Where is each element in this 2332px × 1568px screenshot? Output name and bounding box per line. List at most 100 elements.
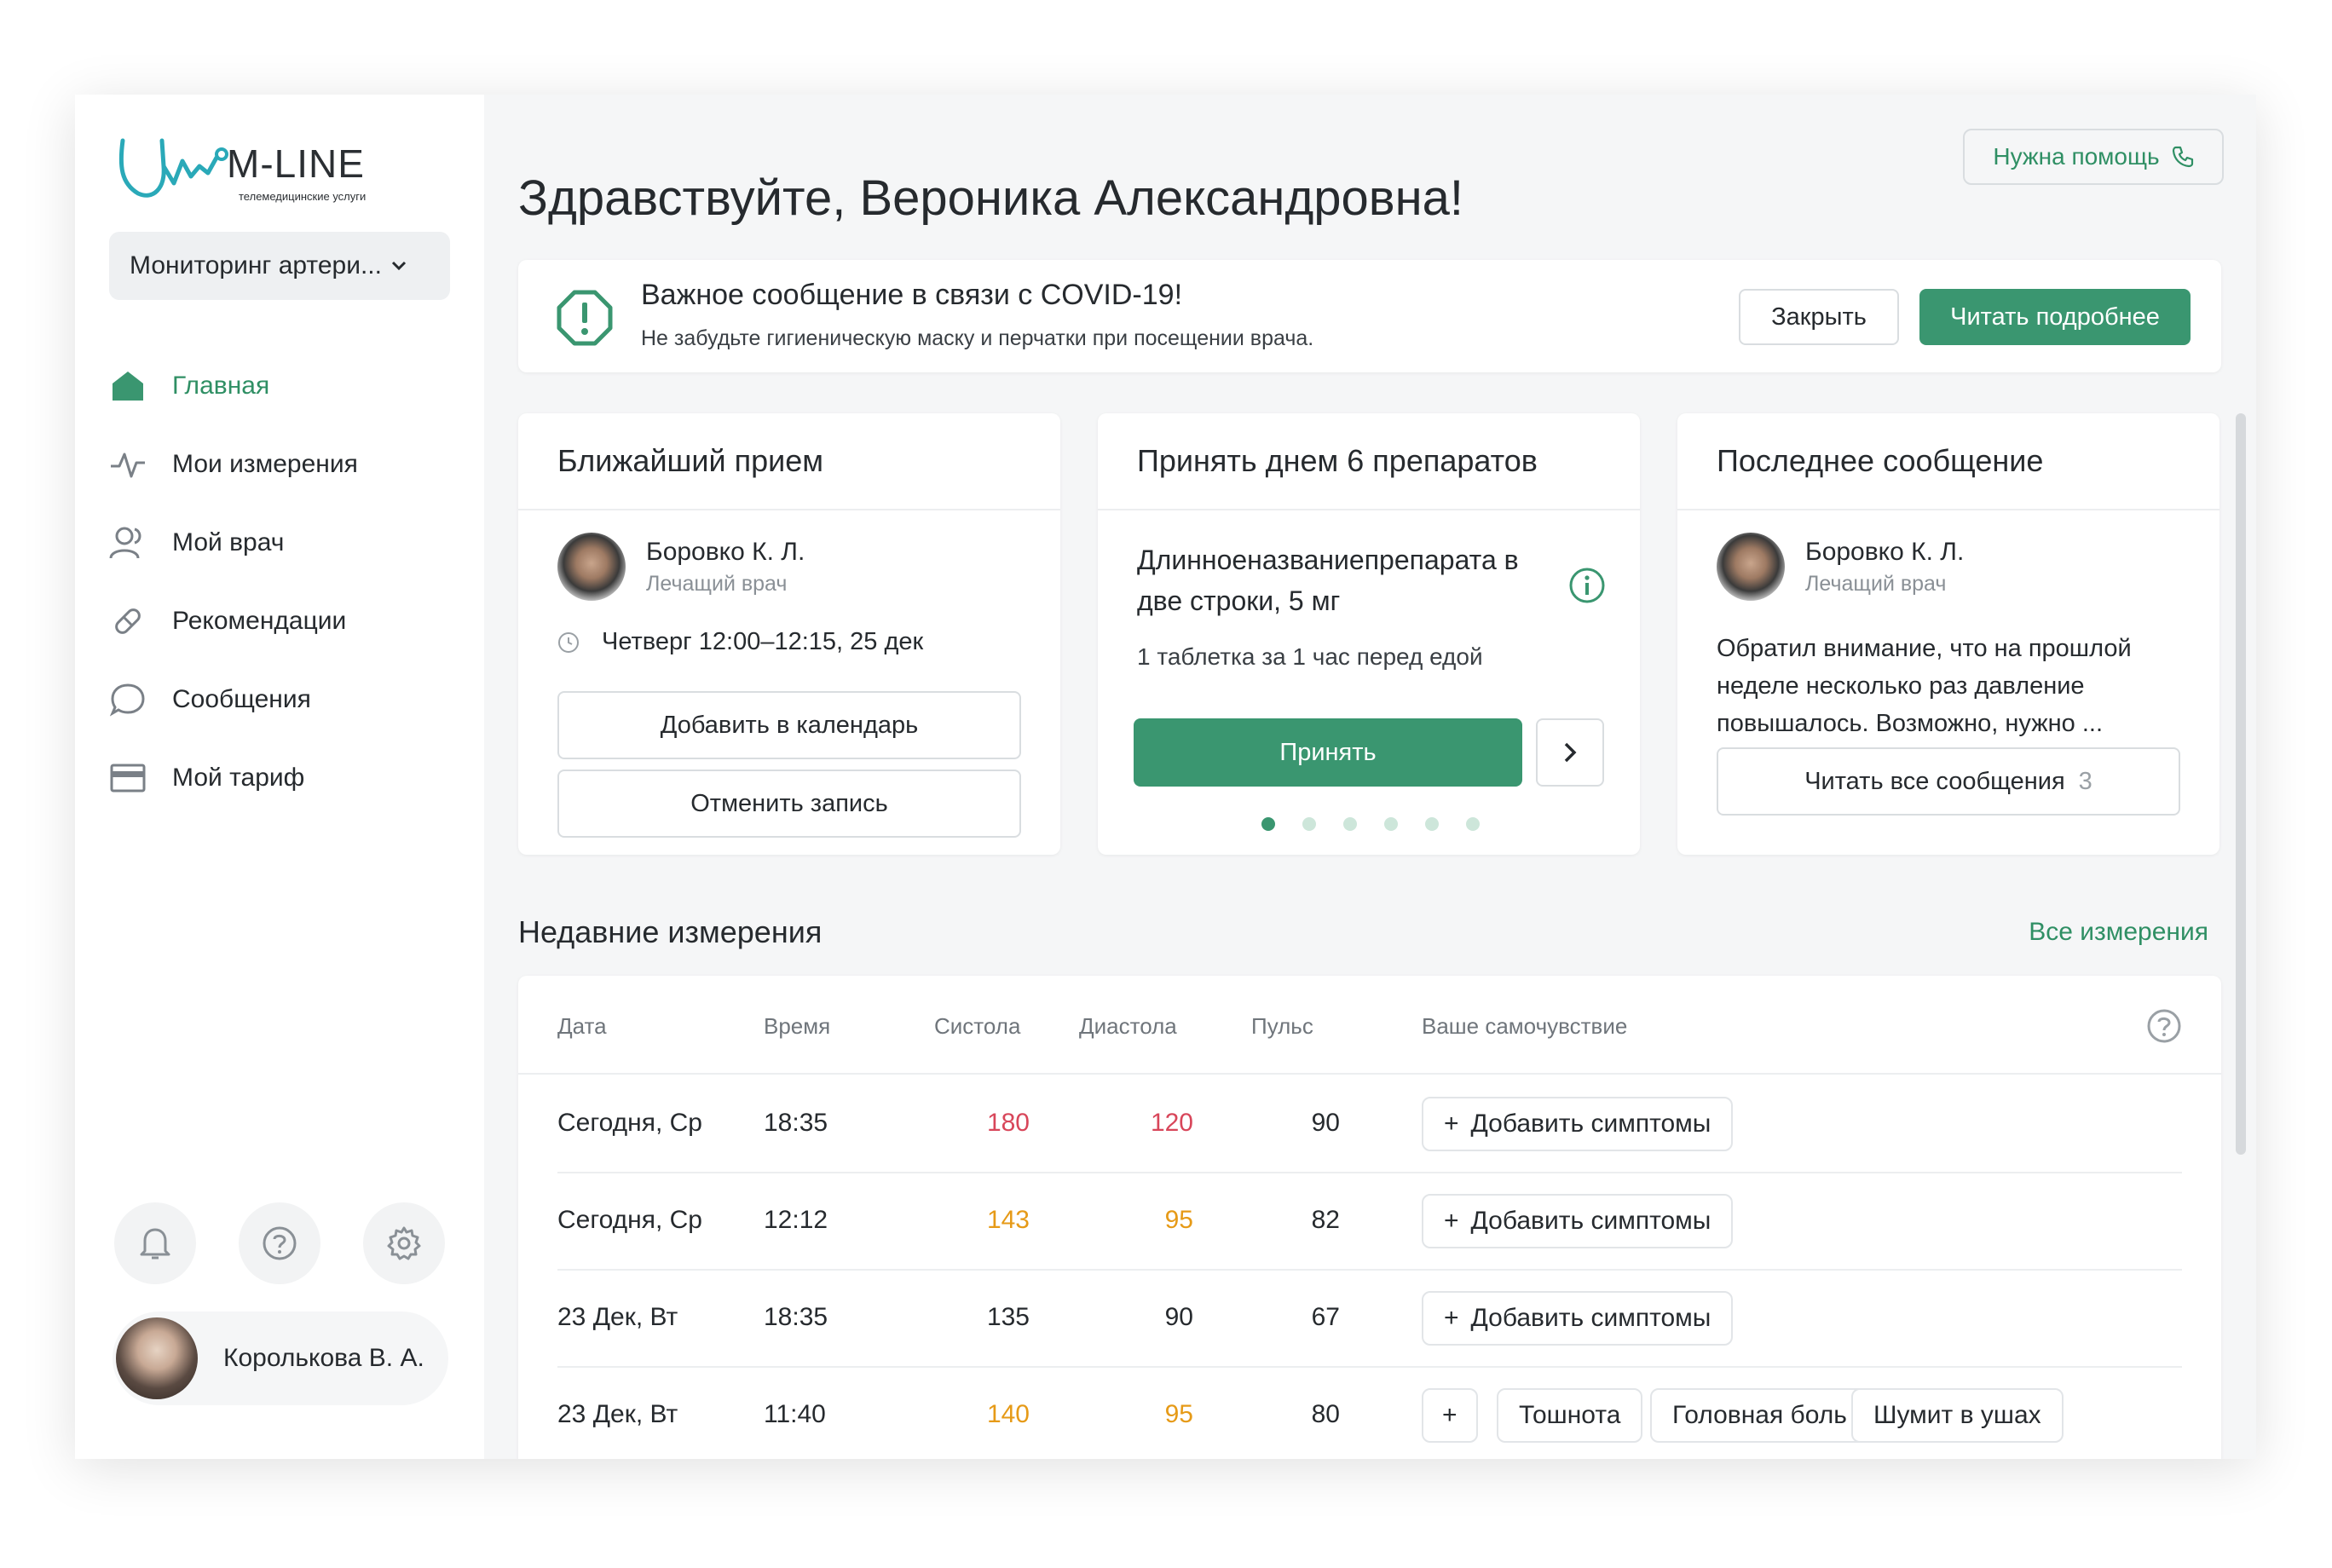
carousel-dot[interactable] — [1425, 817, 1439, 831]
cancel-appointment-button[interactable]: Отменить запись — [557, 770, 1021, 838]
add-symptom-plus-button[interactable]: + — [1422, 1388, 1478, 1443]
column-wellbeing: Ваше самочувствие — [1422, 1013, 1628, 1039]
phone-icon — [2172, 146, 2193, 168]
carousel-dot[interactable] — [1384, 817, 1398, 831]
gear-icon — [387, 1226, 421, 1260]
sidebar: M-LINE телемедицинские услуги Мониторинг… — [75, 95, 484, 1459]
carousel-dot[interactable] — [1302, 817, 1316, 831]
column-systole: Систола — [934, 1013, 1021, 1039]
cell-diastole: 95 — [1164, 1206, 1193, 1234]
help-button[interactable]: Нужна помощь — [1963, 129, 2224, 185]
cell-systole: 135 — [986, 1303, 1030, 1331]
nav-item-doctor[interactable]: Мой врач — [109, 504, 467, 582]
cell-date: 23 Дек, Вт — [557, 1400, 678, 1428]
doctor-info: Боровко К. Л. Лечащий врач — [557, 533, 805, 601]
nav-item-home[interactable]: Главная — [109, 347, 467, 425]
all-measurements-link[interactable]: Все измерения — [2029, 918, 2208, 947]
question-icon[interactable] — [2146, 1008, 2182, 1044]
avatar — [116, 1317, 198, 1399]
carousel-dots — [1261, 817, 1480, 831]
appointment-time-text: Четверг 12:00–12:15, 25 дек — [602, 628, 924, 655]
nav-item-recommendations[interactable]: Рекомендации — [109, 582, 467, 660]
table-row: 23 Дек, Вт 18:35 135 90 67 + Добавить си… — [557, 1271, 2182, 1368]
cell-diastole: 90 — [1164, 1303, 1193, 1331]
doctor-icon — [109, 524, 147, 562]
cell-diastole: 95 — [1164, 1400, 1193, 1428]
symptom-chip[interactable]: Тошнота — [1497, 1388, 1643, 1443]
appointment-card: Ближайший прием Боровко К. Л. Лечащий вр… — [518, 413, 1060, 855]
add-symptoms-button[interactable]: + Добавить симптомы — [1422, 1194, 1734, 1248]
app-window: M-LINE телемедицинские услуги Мониторинг… — [75, 95, 2256, 1459]
table-header: Дата Время Систола Диастола Пульс Ваше с… — [518, 976, 2221, 1075]
cell-pulse: 80 — [1311, 1400, 1340, 1428]
read-more-button[interactable]: Читать подробнее — [1919, 289, 2191, 345]
nav-label: Рекомендации — [172, 607, 347, 635]
cell-time: 12:12 — [764, 1206, 828, 1234]
bell-icon — [140, 1228, 170, 1260]
program-select[interactable]: Мониторинг артери... — [109, 232, 450, 300]
carousel-dot[interactable] — [1343, 817, 1357, 831]
page-title: Здравствуйте, Вероника Александровна! — [518, 170, 1464, 226]
nav-item-messages[interactable]: Сообщения — [109, 660, 467, 739]
nav-label: Мои измерения — [172, 450, 358, 478]
chevron-down-icon — [391, 261, 407, 271]
read-all-label: Читать все сообщения — [1804, 767, 2065, 795]
message-count: 3 — [2078, 767, 2092, 795]
logo[interactable]: M-LINE телемедицинские услуги — [113, 132, 394, 209]
cell-date: Сегодня, Ср — [557, 1109, 702, 1137]
read-all-messages-button[interactable]: Читать все сообщения 3 — [1717, 747, 2180, 816]
stethoscope-logo-icon — [118, 138, 228, 198]
cell-pulse: 67 — [1311, 1303, 1340, 1331]
card-title: Принять днем 6 препаратов — [1098, 413, 1640, 510]
help-button[interactable] — [239, 1202, 320, 1284]
help-label: Нужна помощь — [1993, 143, 2160, 170]
settings-button[interactable] — [363, 1202, 445, 1284]
doctor-avatar — [557, 533, 626, 601]
doctor-info: Боровко К. Л. Лечащий врач — [1717, 533, 1964, 601]
column-date: Дата — [557, 1013, 607, 1039]
cell-time: 18:35 — [764, 1109, 828, 1137]
medication-dose: 1 таблетка за 1 час перед едой — [1137, 643, 1483, 670]
symptom-chip[interactable]: Шумит в ушах — [1851, 1388, 2064, 1443]
nav-item-measurements[interactable]: Мои измерения — [109, 425, 467, 504]
main-nav: Главная Мои измерения Мой врач Рекоменда… — [109, 347, 467, 817]
card-icon — [109, 759, 147, 797]
doctor-name: Боровко К. Л. — [646, 537, 805, 566]
take-medication-button[interactable]: Принять — [1134, 718, 1522, 787]
last-message-card: Последнее сообщение Боровко К. Л. Лечащи… — [1677, 413, 2219, 855]
warning-octagon-icon — [557, 290, 613, 346]
cell-systole: 140 — [986, 1400, 1030, 1428]
card-title: Последнее сообщение — [1677, 413, 2219, 510]
column-time: Время — [764, 1013, 831, 1039]
close-alert-button[interactable]: Закрыть — [1739, 289, 1899, 345]
carousel-dot[interactable] — [1261, 817, 1275, 831]
symptom-chip[interactable]: Головная боль — [1650, 1388, 1869, 1443]
message-preview: Обратил внимание, что на прошлой неделе … — [1717, 635, 2132, 737]
cell-pulse: 82 — [1311, 1206, 1340, 1234]
next-medication-button[interactable] — [1536, 718, 1604, 787]
info-icon[interactable] — [1568, 567, 1606, 604]
carousel-dot[interactable] — [1466, 817, 1480, 831]
doctor-role: Лечащий врач — [646, 571, 788, 596]
pulse-icon — [109, 446, 147, 483]
add-symptoms-label: Добавить симптомы — [1470, 1304, 1711, 1332]
add-symptoms-label: Добавить симптомы — [1470, 1110, 1711, 1138]
nav-item-tariff[interactable]: Мой тариф — [109, 739, 467, 817]
alert-text: Не забудьте гигиеническую маску и перчат… — [641, 326, 1314, 350]
doctor-avatar — [1717, 533, 1785, 601]
add-to-calendar-button[interactable]: Добавить в календарь — [557, 691, 1021, 759]
column-pulse: Пульс — [1251, 1013, 1313, 1039]
logo-wordmark: M-LINE — [227, 141, 365, 186]
chat-icon — [109, 681, 147, 718]
user-profile[interactable]: Королькова В. А. — [113, 1311, 448, 1405]
add-symptoms-button[interactable]: + Добавить симптомы — [1422, 1097, 1734, 1151]
scrollbar[interactable] — [2236, 413, 2246, 1155]
notifications-button[interactable] — [114, 1202, 196, 1284]
cell-time: 18:35 — [764, 1303, 828, 1331]
add-symptoms-button[interactable]: + Добавить симптомы — [1422, 1291, 1734, 1346]
alert-title: Важное сообщение в связи с COVID-19! — [641, 279, 1183, 311]
clock-icon — [558, 631, 579, 653]
plus-icon: + — [1444, 1304, 1459, 1332]
medication-name: Длинноеназваниепрепарата в две строки, 5… — [1137, 545, 1519, 616]
cell-time: 11:40 — [764, 1400, 826, 1428]
